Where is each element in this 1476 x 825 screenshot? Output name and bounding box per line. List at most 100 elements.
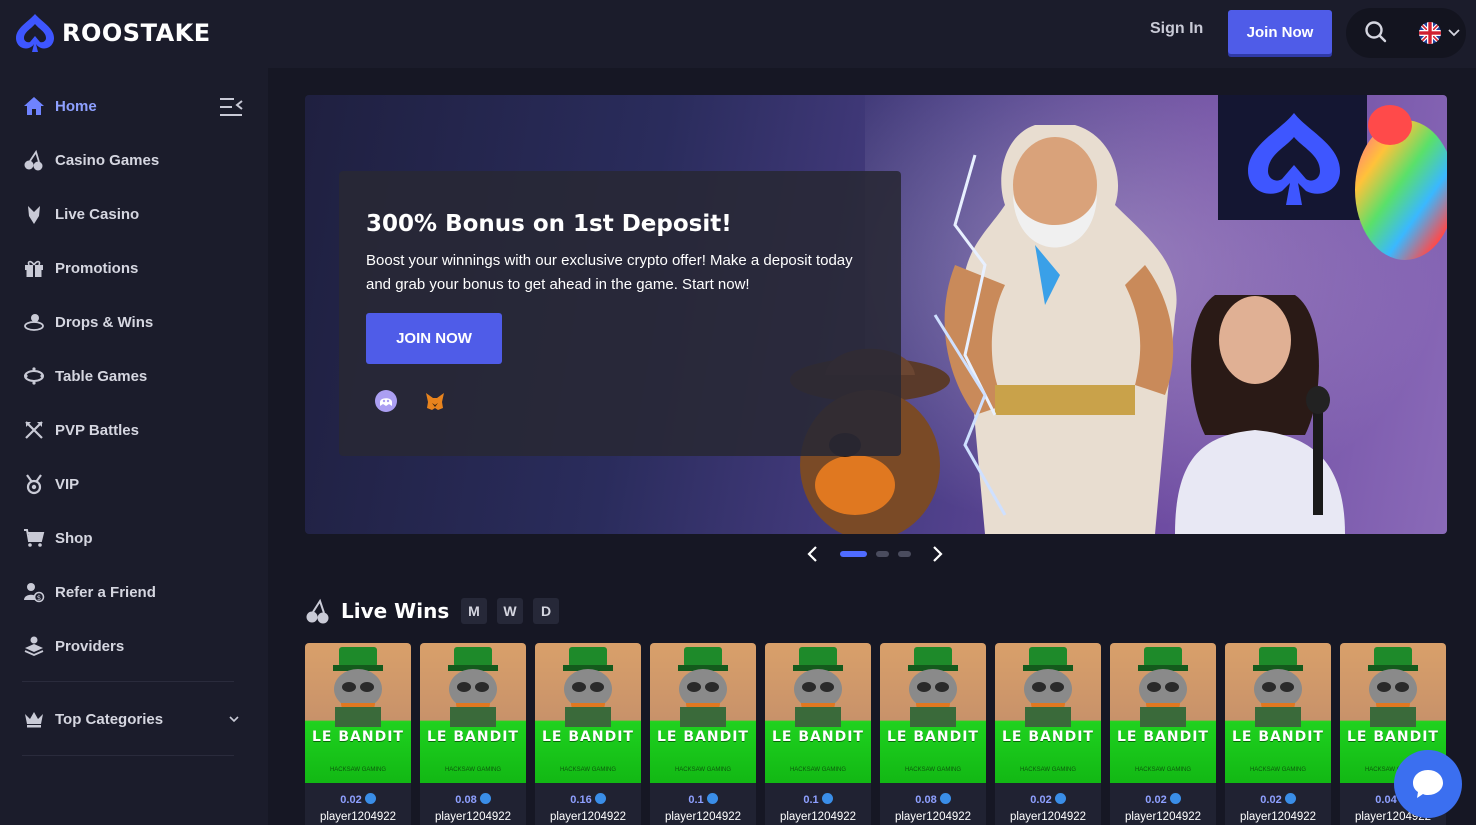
currency-coin-icon	[1284, 793, 1296, 804]
game-thumbnail: LE BANDIT HACKSAW GAMING	[535, 643, 641, 783]
presenter-illustration	[1175, 295, 1345, 534]
sign-in-link[interactable]: Sign In	[1150, 20, 1203, 38]
win-amount: 0.1	[650, 793, 756, 806]
sidebar-item-label: Home	[55, 97, 97, 115]
sidebar-item-label: PVP Battles	[55, 421, 139, 439]
player-name: player1204922	[894, 811, 972, 823]
metamask-icon	[426, 393, 444, 410]
roostake-logo[interactable]: ROOSTAKE	[12, 10, 211, 56]
language-chevron-down-icon[interactable]	[1447, 26, 1461, 38]
logo-text: ROOSTAKE	[62, 19, 211, 47]
banner-join-now-button[interactable]: JOIN NOW	[366, 313, 502, 364]
win-amount: 0.02	[1225, 793, 1331, 806]
sidebar-item-label: Providers	[55, 637, 125, 655]
player-name: player1204922	[434, 811, 512, 823]
providers-icon	[22, 634, 46, 658]
medal-icon	[22, 472, 46, 496]
sidebar-item-table-games[interactable]: Table Games	[22, 358, 252, 394]
live-win-card[interactable]: LE BANDIT HACKSAW GAMING 0.16 player1204922	[535, 643, 641, 825]
spade-logo-icon	[16, 14, 54, 52]
sidebar-divider	[22, 755, 234, 756]
chevron-down-icon[interactable]	[228, 714, 240, 724]
game-thumbnail: LE BANDIT HACKSAW GAMING	[305, 643, 411, 783]
win-amount: 0.1	[765, 793, 871, 806]
card-info: 0.02 player1204922	[1225, 783, 1331, 825]
live-wins-tab-week[interactable]: W	[497, 598, 523, 624]
live-chat-button[interactable]	[1394, 750, 1462, 818]
currency-coin-icon	[479, 793, 491, 804]
live-win-card[interactable]: LE BANDIT HACKSAW GAMING 0.08 player1204922	[420, 643, 526, 825]
game-provider: HACKSAW GAMING	[1134, 767, 1192, 773]
sidebar-item-top-categories[interactable]: Top Categories	[22, 701, 252, 737]
live-win-card[interactable]: LE BANDIT HACKSAW GAMING 0.02 player1204922	[1225, 643, 1331, 825]
sidebar-item-label: Shop	[55, 529, 93, 547]
card-info: 0.08 player1204922	[420, 783, 526, 825]
live-win-card[interactable]: LE BANDIT HACKSAW GAMING 0.1 player1204922	[650, 643, 756, 825]
currency-coin-icon	[706, 793, 718, 804]
sidebar-item-label: Promotions	[55, 259, 139, 277]
win-amount-value: 0.02	[1145, 794, 1167, 806]
cherries-icon	[22, 148, 46, 172]
sidebar-item-home[interactable]: Home	[22, 88, 252, 124]
sidebar-item-shop[interactable]: Shop	[22, 520, 252, 556]
win-amount-value: 0.02	[340, 794, 362, 806]
join-now-button[interactable]: Join Now	[1228, 10, 1332, 54]
refer-icon: $	[22, 580, 46, 604]
carousel-dot[interactable]	[898, 551, 911, 557]
win-amount-value: 0.08	[915, 794, 937, 806]
player-name: player1204922	[664, 811, 742, 823]
game-title: LE BANDIT	[312, 729, 404, 745]
game-provider: HACKSAW GAMING	[329, 767, 387, 773]
live-win-card[interactable]: LE BANDIT HACKSAW GAMING 0.1 player1204922	[765, 643, 871, 825]
live-win-card[interactable]: LE BANDIT HACKSAW GAMING 0.02 player1204922	[995, 643, 1101, 825]
crown-icon	[22, 707, 46, 731]
live-win-card[interactable]: LE BANDIT HACKSAW GAMING 0.02 player1204922	[305, 643, 411, 825]
win-amount-value: 0.1	[688, 794, 704, 806]
currency-coin-icon	[821, 793, 833, 804]
candy-egg-illustration	[1355, 105, 1447, 260]
game-provider: HACKSAW GAMING	[444, 767, 502, 773]
live-win-card[interactable]: LE BANDIT HACKSAW GAMING 0.08 player1204922	[880, 643, 986, 825]
sidebar-item-live-casino[interactable]: Live Casino	[22, 196, 252, 232]
joker-icon	[22, 202, 46, 226]
win-amount-value: 0.16	[570, 794, 592, 806]
win-amount: 0.02	[995, 793, 1101, 806]
live-wins-tab-month[interactable]: M	[461, 598, 487, 624]
game-provider: HACKSAW GAMING	[674, 767, 732, 773]
game-thumbnail: LE BANDIT HACKSAW GAMING	[650, 643, 756, 783]
sidebar-item-casino-games[interactable]: Casino Games	[22, 142, 252, 178]
carousel-prev-icon[interactable]	[806, 545, 820, 563]
live-wins-cards: LE BANDIT HACKSAW GAMING 0.02 player1204922…	[305, 643, 1447, 825]
carousel-dot-active[interactable]	[840, 551, 867, 557]
gift-icon	[22, 256, 46, 280]
sidebar-item-label: Casino Games	[55, 151, 160, 169]
bonus-title: 300% Bonus on 1st Deposit!	[366, 211, 732, 237]
carousel-dot[interactable]	[876, 551, 889, 557]
win-amount-value: 0.08	[455, 794, 477, 806]
player-name: player1204922	[319, 811, 397, 823]
carousel-next-icon[interactable]	[930, 545, 944, 563]
card-info: 0.02 player1204922	[1110, 783, 1216, 825]
sidebar-item-vip[interactable]: VIP	[22, 466, 252, 502]
live-wins-tab-day[interactable]: D	[533, 598, 559, 624]
chat-bubble-icon	[1413, 770, 1443, 798]
live-win-card[interactable]: LE BANDIT HACKSAW GAMING 0.02 player1204922	[1110, 643, 1216, 825]
win-amount-value: 0.02	[1260, 794, 1282, 806]
sidebar-item-pvp-battles[interactable]: PVP Battles	[22, 412, 252, 448]
sidebar-item-refer-a-friend[interactable]: $ Refer a Friend	[22, 574, 252, 610]
currency-coin-icon	[594, 793, 606, 804]
card-info: 0.02 player1204922	[995, 783, 1101, 825]
game-thumbnail: LE BANDIT HACKSAW GAMING	[420, 643, 526, 783]
uk-flag-icon[interactable]	[1419, 22, 1441, 44]
game-title: LE BANDIT	[1117, 729, 1209, 745]
sidebar-item-promotions[interactable]: Promotions	[22, 250, 252, 286]
win-amount: 0.08	[420, 793, 526, 806]
win-amount-value: 0.02	[1030, 794, 1052, 806]
player-name: player1204922	[1124, 811, 1202, 823]
game-thumbnail: LE BANDIT HACKSAW GAMING	[880, 643, 986, 783]
sidebar-item-drops-wins[interactable]: Drops & Wins	[22, 304, 252, 340]
promo-banner[interactable]: 300% Bonus on 1st Deposit! Boost your wi…	[305, 95, 1447, 534]
sidebar-item-providers[interactable]: Providers	[22, 628, 252, 664]
sidebar-item-label: Drops & Wins	[55, 313, 154, 331]
search-icon[interactable]	[1364, 20, 1388, 44]
